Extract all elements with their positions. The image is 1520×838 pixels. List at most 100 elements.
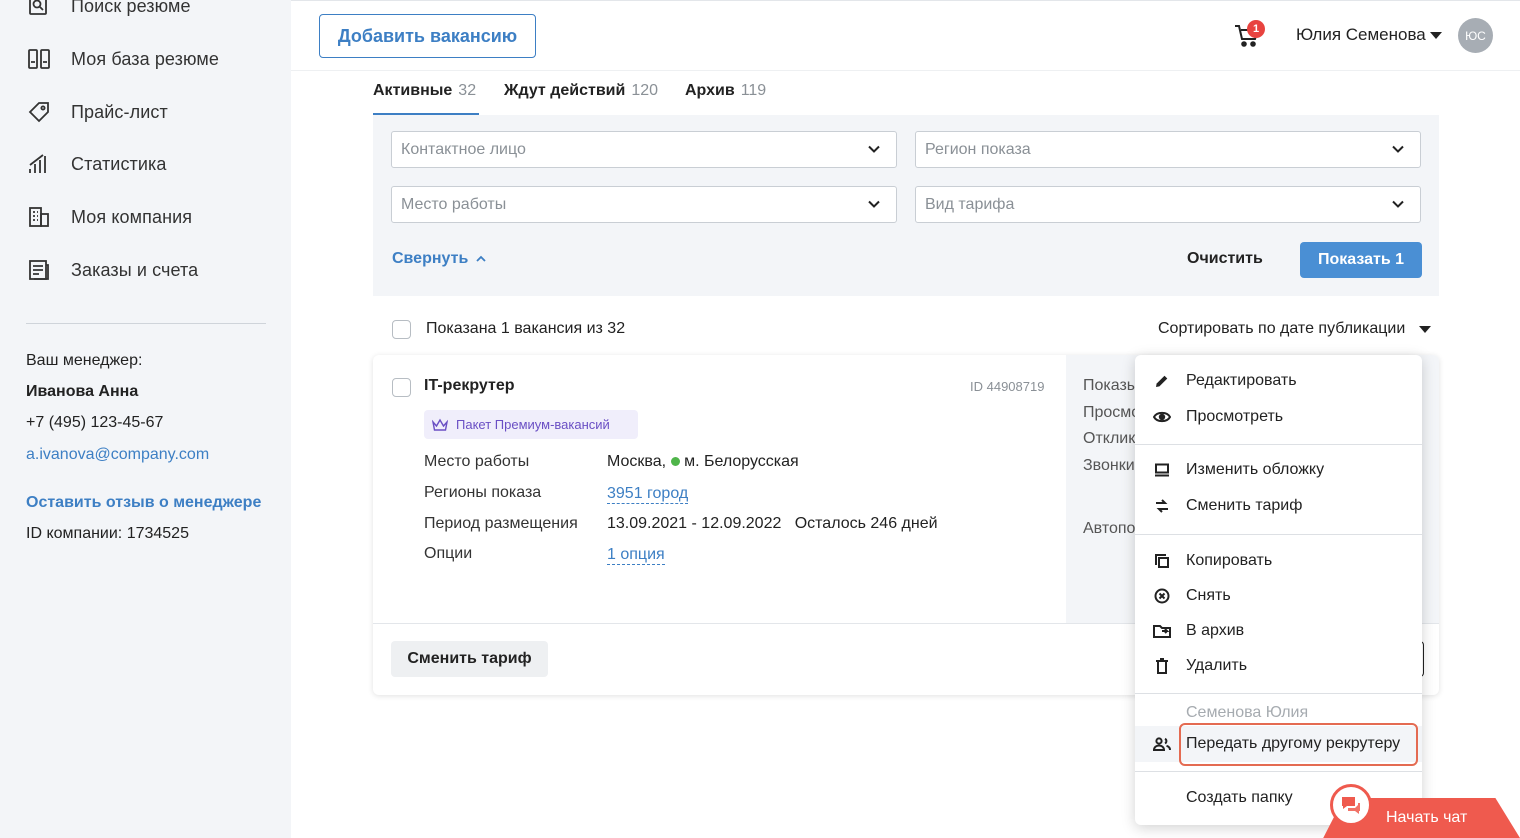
manager-feedback-link[interactable]: Оставить отзыв о менеджере [26,494,261,512]
vacancy-id: ID 44908719 [970,379,1045,394]
sidebar-item-orders[interactable]: Заказы и счета [26,255,198,285]
swap-icon [1153,497,1171,515]
package-badge: Пакет Премиум-вакансий [424,410,638,439]
menu-item-label: Удалить [1186,657,1248,674]
menu-item-transfer[interactable]: Передать другому рекрутеру [1153,732,1400,756]
metro-icon [671,456,681,466]
stat-label-calls: Звонки [1083,457,1135,474]
workplace-city: Москва, [607,453,667,470]
collapse-filters-link[interactable]: Свернуть [392,250,486,268]
menu-item-delete[interactable]: Удалить [1153,654,1247,678]
price-tag-icon [26,99,52,125]
menu-item-label: Изменить обложку [1186,461,1325,478]
sidebar-item-resume-base[interactable]: Моя база резюме [26,44,219,74]
chevron-up-icon [476,255,486,262]
menu-separator [1135,444,1422,445]
sidebar-divider [26,323,266,324]
chevron-down-icon [1392,200,1404,208]
menu-item-edit[interactable]: Редактировать [1153,369,1297,393]
vacancy-title-link[interactable]: IT-рекрутер [424,377,515,395]
menu-item-withdraw[interactable]: Снять [1153,584,1231,608]
select-placeholder: Вид тарифа [925,195,1015,213]
options-link[interactable]: 1 опция [607,546,665,565]
archive-folder-icon [1153,622,1171,640]
sidebar-item-statistics[interactable]: Статистика [26,149,167,179]
add-vacancy-button[interactable]: Добавить вакансию [319,14,536,58]
tab-count: 32 [458,82,477,99]
workplace-metro: м. Белорусская [684,453,799,470]
collapse-label: Свернуть [392,250,469,267]
menu-item-label: Передать другому рекрутеру [1186,735,1401,752]
orders-icon [26,257,52,283]
sort-dropdown[interactable]: Сортировать по дате публикации [1158,320,1405,338]
pencil-icon [1153,372,1171,390]
menu-item-archive[interactable]: В архив [1153,619,1244,643]
sidebar-item-label: Статистика [71,153,167,174]
shown-count-text: Показана 1 вакансия из 32 [426,320,626,337]
avatar[interactable]: ЮС [1458,18,1493,53]
copy-icon [1153,552,1171,570]
menu-item-label: Копировать [1186,552,1273,569]
tab-active[interactable]: Активные 32 [373,82,476,100]
sidebar-item-price-list[interactable]: Прайс-лист [26,97,168,127]
clear-filters-button[interactable]: Очистить [1187,250,1263,268]
menu-item-view[interactable]: Просмотреть [1153,405,1283,429]
chat-bubble-icon[interactable] [1330,784,1372,826]
cover-icon [1153,461,1171,479]
crown-icon [432,418,448,431]
sidebar-item-label: Прайс-лист [71,101,168,122]
period-value: 13.09.2021 - 12.09.2022 Осталось 246 дне… [607,515,938,532]
menu-item-change-tariff[interactable]: Сменить тариф [1153,494,1302,518]
vacancy-checkbox[interactable] [392,378,411,397]
sort-caret-icon[interactable] [1419,326,1431,333]
tab-label: Ждут действий [504,82,626,99]
manager-name: Иванова Анна [26,383,139,400]
user-menu-caret-icon[interactable] [1430,32,1442,39]
stat-label-responses: Отклики [1083,430,1135,447]
regions-link[interactable]: 3951 город [607,485,689,504]
select-placeholder: Контактное лицо [401,140,526,158]
menu-separator [1135,693,1422,694]
period-label: Период размещения [424,515,578,532]
menu-item-label: В архив [1186,622,1245,639]
manager-email-link[interactable]: a.ivanova@company.com [26,446,209,464]
menu-item-label: Редактировать [1186,372,1297,389]
tab-label: Архив [685,82,735,99]
header-divider [291,70,1520,71]
select-all-checkbox[interactable] [392,320,411,339]
tariff-select[interactable]: Вид тарифа [915,186,1421,223]
workplace-value: Москва, м. Белорусская [607,453,799,471]
sidebar-item-label: Поиск резюме [71,0,191,16]
workplace-select[interactable]: Место работы [391,186,897,223]
regions-label: Регионы показа [424,484,542,501]
options-label: Опции [424,545,473,562]
sidebar-item-label: Заказы и счета [71,259,199,280]
user-menu-name[interactable]: Юлия Семенова [1296,25,1426,45]
contact-person-select[interactable]: Контактное лицо [391,131,897,168]
menu-separator [1135,771,1422,772]
cart-count-badge: 1 [1247,20,1265,38]
sidebar-item-search-resume[interactable]: Поиск резюме [26,0,191,21]
company-id: ID компании: 1734525 [26,525,189,542]
cancel-circle-icon [1153,587,1171,605]
manager-caption: Ваш менеджер: [26,352,143,369]
stat-label-autoraise: Автоподнятие [1083,520,1135,537]
change-tariff-button[interactable]: Сменить тариф [391,641,548,677]
region-select[interactable]: Регион показа [915,131,1421,168]
tab-count: 119 [740,82,767,99]
stat-label-views: Просмотры [1083,404,1135,421]
eye-icon [1153,408,1171,426]
show-results-button[interactable]: Показать 1 [1300,242,1422,278]
menu-separator [1135,534,1422,535]
menu-item-label: Просмотреть [1186,408,1284,425]
chat-label[interactable]: Начать чат [1386,809,1467,827]
tab-archive[interactable]: Архив 119 [685,82,766,100]
select-placeholder: Место работы [401,195,507,213]
sidebar-item-label: Моя компания [71,206,193,227]
trash-icon [1153,657,1171,675]
tab-awaiting-action[interactable]: Ждут действий 120 [504,82,658,100]
menu-item-create-folder[interactable]: Создать папку [1186,789,1293,807]
menu-item-copy[interactable]: Копировать [1153,549,1272,573]
sidebar-item-company[interactable]: Моя компания [26,202,192,232]
menu-item-change-cover[interactable]: Изменить обложку [1153,458,1324,482]
